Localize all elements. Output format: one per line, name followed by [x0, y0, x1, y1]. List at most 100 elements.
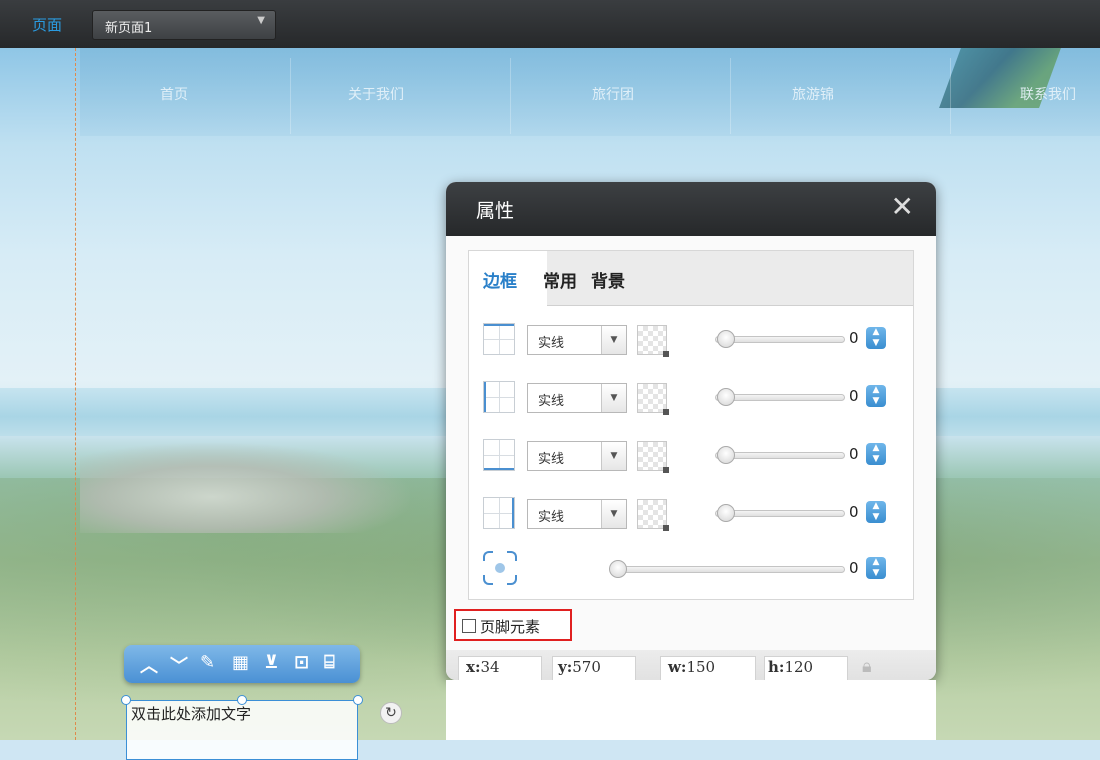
- chevron-down-icon: ▼: [601, 326, 626, 354]
- resize-handle[interactable]: [237, 695, 247, 705]
- nav-separator: [290, 58, 291, 134]
- slider-knob[interactable]: [717, 330, 735, 348]
- lock-icon[interactable]: 🔒︎: [862, 656, 872, 677]
- h-coord: h:120: [768, 658, 813, 676]
- layer-icon[interactable]: ⊻: [264, 652, 279, 673]
- resize-handle[interactable]: [121, 695, 131, 705]
- spinner-icon[interactable]: ▲ ▼: [866, 501, 886, 523]
- edit-icon[interactable]: ✎: [200, 652, 215, 673]
- y-label: y:: [558, 658, 573, 676]
- nav-separator: [950, 58, 951, 134]
- spinner-icon[interactable]: ▲ ▼: [866, 385, 886, 407]
- page-label: 页面: [32, 16, 63, 34]
- below-panel: [446, 680, 936, 740]
- border-color-swatch[interactable]: [637, 325, 669, 357]
- x-value: 34: [480, 658, 500, 676]
- page-select-value: 新页面1: [105, 21, 153, 36]
- spinner-icon[interactable]: ▲ ▼: [866, 327, 886, 349]
- w-value: 150: [686, 658, 716, 676]
- border-row-top: 实线 ▼ 0 ▲ ▼: [469, 319, 913, 359]
- border-style-value: 实线: [538, 336, 565, 351]
- h-value: 120: [784, 658, 814, 676]
- border-row-bottom: 实线 ▼ 0 ▲ ▼: [469, 435, 913, 475]
- delete-icon[interactable]: ⌸: [324, 652, 335, 673]
- spinner-icon[interactable]: ▲ ▼: [866, 557, 886, 579]
- border-width-value: 0: [849, 329, 859, 347]
- nav-item-about[interactable]: 关于我们: [348, 84, 404, 104]
- nav-item-tours[interactable]: 旅行团: [592, 84, 634, 104]
- nav-separator: [510, 58, 511, 134]
- checkbox-box[interactable]: [462, 619, 476, 633]
- page-select[interactable]: 新页面1 ▼: [92, 10, 276, 40]
- nav-item-home[interactable]: 首页: [160, 84, 188, 104]
- move-up-icon[interactable]: ︿: [140, 652, 158, 678]
- slider-knob[interactable]: [717, 388, 735, 406]
- tab-bar: 边框 常用 背景: [469, 251, 913, 306]
- text-element[interactable]: 双击此处添加文字: [126, 700, 358, 760]
- border-style-value: 实线: [538, 510, 565, 525]
- tab-common[interactable]: 常用: [543, 267, 577, 292]
- coordinates-bar: x:34 y:570 w:150 h:120 🔒︎: [446, 650, 936, 680]
- nav-item-travel[interactable]: 旅游锦: [792, 84, 834, 104]
- slider-knob[interactable]: [609, 560, 627, 578]
- border-left-icon: [483, 381, 515, 413]
- tab-border[interactable]: 边框: [483, 267, 517, 292]
- border-top-icon: [483, 323, 515, 355]
- chevron-down-icon: ▼: [257, 15, 265, 26]
- border-style-select[interactable]: 实线 ▼: [527, 325, 627, 355]
- border-bottom-icon: [483, 439, 515, 471]
- y-value: 570: [572, 658, 601, 676]
- slider-knob[interactable]: [717, 446, 735, 464]
- border-radius-icon: [483, 551, 517, 585]
- slider-knob[interactable]: [717, 504, 735, 522]
- element-toolbar: ︿ ﹀ ✎ ▦ ⊻ ⊡ ⌸: [124, 645, 360, 683]
- chevron-down-icon: ▼: [601, 442, 626, 470]
- dialog-title: 属性: [476, 200, 515, 222]
- border-width-value: 0: [849, 387, 859, 405]
- site-nav[interactable]: 首页 关于我们 旅行团 旅游锦 联系我们: [80, 48, 1100, 136]
- chevron-down-icon: ▼: [601, 500, 626, 528]
- border-style-select[interactable]: 实线 ▼: [527, 383, 627, 413]
- nav-item-contact[interactable]: 联系我们: [1020, 84, 1076, 104]
- border-row-right: 实线 ▼ 0 ▲ ▼: [469, 493, 913, 533]
- border-style-value: 实线: [538, 394, 565, 409]
- dialog-header: 属性 ✕: [446, 182, 936, 236]
- layout-icon[interactable]: ▦: [232, 652, 249, 673]
- x-label: x:: [466, 658, 481, 676]
- border-style-select[interactable]: 实线 ▼: [527, 499, 627, 529]
- nav-separator: [730, 58, 731, 134]
- h-label: h:: [768, 658, 785, 676]
- x-coord: x:34: [466, 658, 500, 676]
- background-rocks: [80, 443, 410, 533]
- close-icon[interactable]: ✕: [891, 190, 914, 223]
- spinner-icon[interactable]: ▲ ▼: [866, 443, 886, 465]
- footer-element-checkbox[interactable]: 页脚元素: [454, 609, 572, 641]
- border-width-value: 0: [849, 445, 859, 463]
- rotate-icon[interactable]: ↻: [380, 702, 402, 724]
- border-radius-slider[interactable]: [611, 566, 845, 573]
- guide-line: [75, 48, 76, 740]
- border-color-swatch[interactable]: [637, 383, 669, 415]
- border-panel: 边框 常用 背景 实线 ▼ 0 ▲ ▼ 实线 ▼ 0 ▲ ▼ 实线 ▼ 0 ▲ …: [468, 250, 914, 600]
- footer-element-label: 页脚元素: [480, 618, 541, 636]
- border-style-select[interactable]: 实线 ▼: [527, 441, 627, 471]
- chevron-down-icon: ▼: [601, 384, 626, 412]
- move-down-icon[interactable]: ﹀: [170, 652, 188, 678]
- tab-background[interactable]: 背景: [591, 267, 625, 292]
- border-row-left: 实线 ▼ 0 ▲ ▼: [469, 377, 913, 417]
- text-element-content: 双击此处添加文字: [131, 705, 252, 723]
- properties-dialog: 属性 ✕ 边框 常用 背景 实线 ▼ 0 ▲ ▼ 实线 ▼ 0 ▲ ▼ 实线 ▼…: [446, 182, 936, 680]
- y-coord: y:570: [558, 658, 601, 676]
- border-right-icon: [483, 497, 515, 529]
- unlock-icon[interactable]: ⊡: [294, 652, 309, 673]
- border-color-swatch[interactable]: [637, 499, 669, 531]
- resize-handle[interactable]: [353, 695, 363, 705]
- w-coord: w:150: [668, 658, 715, 676]
- border-color-swatch[interactable]: [637, 441, 669, 473]
- border-radius-value: 0: [849, 559, 859, 577]
- border-width-value: 0: [849, 503, 859, 521]
- border-style-value: 实线: [538, 452, 565, 467]
- w-label: w:: [668, 658, 687, 676]
- top-toolbar: 页面 新页面1 ▼: [0, 0, 1100, 48]
- border-radius-row: 0 ▲ ▼: [469, 549, 913, 589]
